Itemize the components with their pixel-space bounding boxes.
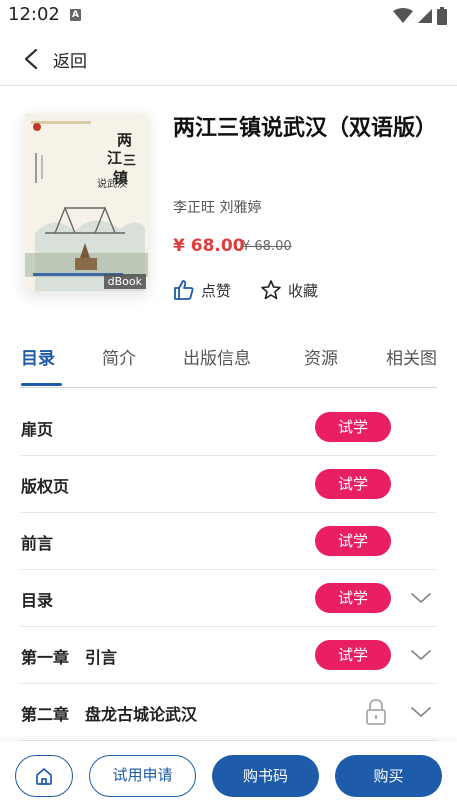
tab-resources[interactable]: 资源 [304, 344, 338, 369]
tab-publication-info[interactable]: 出版信息 [183, 344, 251, 369]
battery-icon [437, 7, 447, 25]
favorite-button[interactable]: 收藏 [260, 276, 318, 304]
bottom-action-bar: 试用申请 购书码 购买 [0, 741, 457, 812]
svg-text:江: 江 [107, 149, 122, 167]
home-button[interactable] [15, 755, 73, 797]
toc-item-title: 第一章 引言 [21, 648, 118, 667]
wifi-icon [393, 8, 413, 23]
tab-contents[interactable]: 目录 [21, 344, 55, 369]
toc-item[interactable]: 版权页 试学 [20, 456, 437, 513]
tab-related[interactable]: 相关图 [386, 344, 437, 369]
svg-text:三: 三 [123, 154, 136, 169]
svg-text:两: 两 [117, 131, 132, 149]
star-icon [261, 280, 281, 300]
toc-item[interactable]: 目录 试学 [20, 570, 437, 627]
chevron-down-icon[interactable] [410, 647, 432, 663]
toc-item[interactable]: 前言 试学 [20, 513, 437, 570]
toc-item-title: 扉页 [21, 420, 54, 439]
back-button[interactable]: 返回 [53, 47, 87, 72]
tab-bar: 目录 简介 出版信息 资源 相关图 [20, 334, 437, 388]
toc-item-title: 第二章 盘龙古城论武汉 [21, 705, 198, 724]
book-authors: 李正旺 刘雅婷 [173, 200, 262, 216]
trial-button[interactable]: 试学 [315, 640, 391, 670]
cover-badge: dBook [103, 274, 146, 289]
book-original-price: ¥ 68.00 [242, 239, 292, 254]
book-cover[interactable]: 两 江 三 镇 说武汉 dBook [25, 113, 148, 291]
toc-item-title: 前言 [21, 534, 54, 553]
trial-button[interactable]: 试学 [315, 412, 391, 442]
notification-icon: A [70, 9, 81, 21]
trial-button[interactable]: 试学 [315, 526, 391, 556]
toc-item[interactable]: 第二章 盘龙古城论武汉 [20, 684, 437, 741]
purchase-code-button[interactable]: 购书码 [212, 755, 319, 797]
toc-item[interactable]: 第一章 引言 试学 [20, 627, 437, 684]
like-label: 点赞 [201, 281, 232, 300]
home-icon [36, 768, 52, 785]
table-of-contents: 扉页 试学 版权页 试学 前言 试学 目录 试学 第一章 引言 试学 第二章 盘… [20, 399, 437, 741]
status-time: 12:02 [8, 4, 60, 25]
favorite-label: 收藏 [288, 281, 319, 300]
lock-icon [366, 699, 386, 725]
status-bar: 12:02 A [0, 0, 457, 32]
cover-artwork: 两 江 三 镇 说武汉 [25, 113, 148, 291]
trial-apply-button[interactable]: 试用申请 [89, 755, 196, 797]
chevron-down-icon[interactable] [410, 704, 432, 720]
back-icon[interactable] [22, 48, 40, 70]
active-tab-indicator [21, 383, 62, 386]
signal-icon [418, 9, 432, 23]
book-price: ¥ 68.00 [173, 236, 245, 256]
toc-item-title: 目录 [21, 591, 54, 610]
header: 返回 [0, 32, 457, 86]
thumbs-up-icon [174, 280, 194, 300]
like-button[interactable]: 点赞 [173, 276, 231, 304]
svg-text:说武汉: 说武汉 [97, 177, 127, 190]
tab-intro[interactable]: 简介 [102, 344, 136, 369]
buy-button[interactable]: 购买 [335, 755, 442, 797]
status-icons [393, 7, 447, 25]
trial-button[interactable]: 试学 [315, 469, 391, 499]
toc-item[interactable]: 扉页 试学 [20, 399, 437, 456]
trial-button[interactable]: 试学 [315, 583, 391, 613]
toc-item-title: 版权页 [21, 477, 70, 496]
chevron-down-icon[interactable] [410, 590, 432, 606]
book-title: 两江三镇说武汉（双语版） [173, 116, 438, 141]
